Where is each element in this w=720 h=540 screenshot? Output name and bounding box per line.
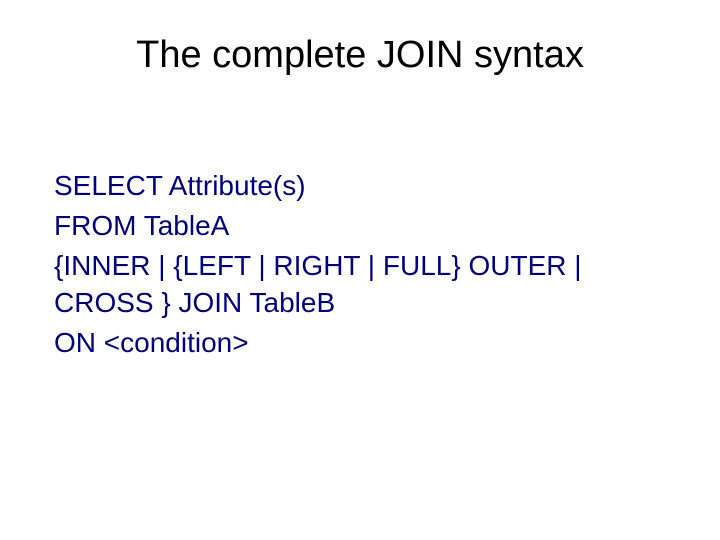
slide-title: The complete JOIN syntax — [50, 34, 670, 77]
syntax-line-on: ON <condition> — [54, 324, 670, 362]
syntax-line-select: SELECT Attribute(s) — [54, 167, 670, 205]
slide-content: SELECT Attribute(s) FROM TableA {INNER |… — [50, 167, 670, 362]
slide: The complete JOIN syntax SELECT Attribut… — [0, 0, 720, 540]
syntax-line-from: FROM TableA — [54, 207, 670, 245]
syntax-line-join: {INNER | {LEFT | RIGHT | FULL} OUTER | C… — [54, 247, 670, 323]
